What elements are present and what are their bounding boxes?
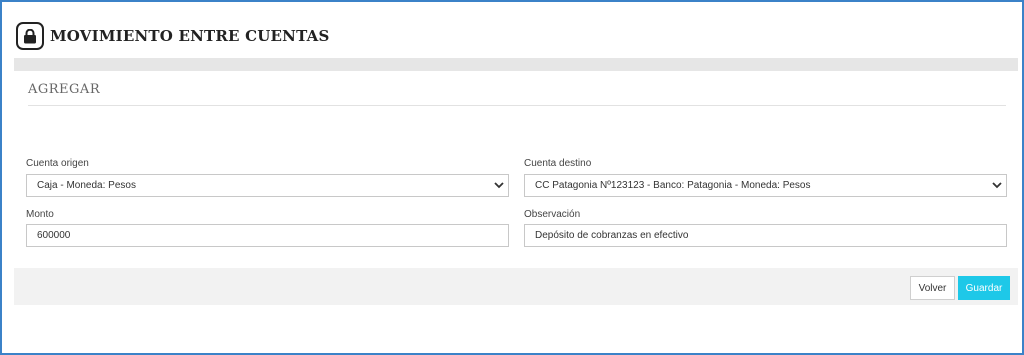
origin-account-label: Cuenta origen <box>26 158 89 169</box>
app-frame: MOVIMIENTO ENTRE CUENTAS AGREGAR Cuenta … <box>0 0 1024 355</box>
destination-account-value: CC Patagonia Nº123123 - Banco: Patagonia… <box>535 180 811 191</box>
origin-account-select[interactable]: Caja - Moneda: Pesos <box>26 174 509 197</box>
amount-value: 600000 <box>37 230 71 241</box>
chevron-down-icon <box>490 175 508 196</box>
header-divider-strip <box>14 58 1018 71</box>
note-input[interactable]: Depósito de cobranzas en efectivo <box>524 224 1007 247</box>
panel-divider <box>28 105 1006 106</box>
note-label: Observación <box>524 209 581 220</box>
panel-title: AGREGAR <box>28 82 101 97</box>
amount-label: Monto <box>26 209 54 220</box>
note-value: Depósito de cobranzas en efectivo <box>535 230 689 241</box>
destination-account-label: Cuenta destino <box>524 158 592 169</box>
page-header: MOVIMIENTO ENTRE CUENTAS <box>16 20 329 52</box>
destination-account-select[interactable]: CC Patagonia Nº123123 - Banco: Patagonia… <box>524 174 1007 197</box>
amount-input[interactable]: 600000 <box>26 224 509 247</box>
form-footer <box>14 268 1018 305</box>
back-button[interactable]: Volver <box>910 276 955 300</box>
origin-account-value: Caja - Moneda: Pesos <box>37 180 136 191</box>
lock-icon <box>16 22 44 50</box>
page-title: MOVIMIENTO ENTRE CUENTAS <box>50 27 330 45</box>
save-button[interactable]: Guardar <box>958 276 1010 300</box>
chevron-down-icon <box>988 175 1006 196</box>
